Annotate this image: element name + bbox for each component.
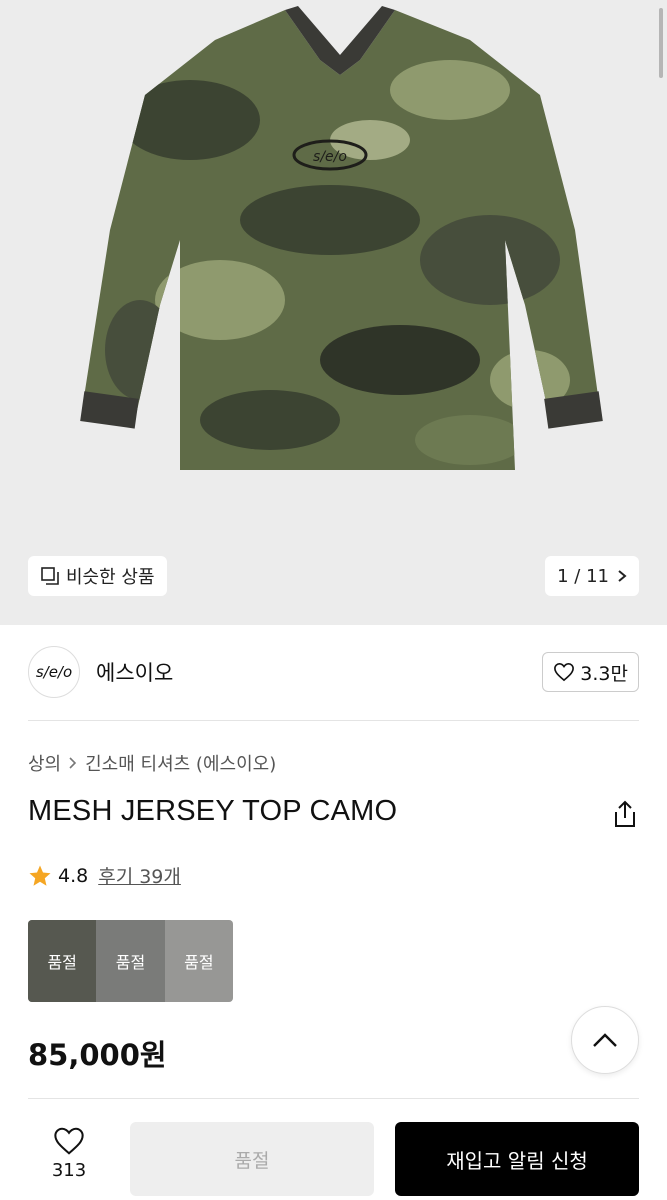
price: 85,000원: [28, 1038, 167, 1072]
color-swatch[interactable]: 품절: [164, 920, 233, 1002]
soldout-label: 품절: [184, 953, 214, 972]
color-swatch[interactable]: 품절: [96, 920, 165, 1002]
scrollbar[interactable]: [659, 8, 663, 78]
soldout-label: 품절: [47, 953, 77, 972]
scroll-top-button[interactable]: [571, 1006, 639, 1074]
product-title: MESH JERSEY TOP CAMO: [28, 795, 398, 827]
soldout-button[interactable]: 품절: [130, 1122, 374, 1196]
brand-name[interactable]: 에스이오: [96, 657, 173, 687]
brand-like-count: 3.3만: [580, 662, 628, 685]
rating-value: 4.8: [58, 864, 89, 887]
brand-like-button[interactable]: 3.3만: [542, 652, 639, 692]
color-swatch[interactable]: 품절: [28, 920, 97, 1002]
rating-row: 4.8 후기 39개: [28, 862, 181, 889]
brand-logo[interactable]: s/e/o: [28, 646, 80, 698]
chevron-right-icon: [69, 757, 77, 769]
chevron-up-icon: [593, 1033, 617, 1047]
similar-products-button[interactable]: 비슷한 상품: [28, 556, 167, 596]
heart-icon: [54, 1127, 84, 1155]
restock-alert-button[interactable]: 재입고 알림 신청: [395, 1122, 639, 1196]
wishlist-count: 313: [51, 1160, 87, 1181]
chevron-right-icon: [618, 570, 627, 582]
breadcrumb: 상의 긴소매 티셔츠 (에스이오): [28, 750, 276, 776]
reviews-link[interactable]: 후기 39개: [98, 862, 181, 889]
share-icon[interactable]: [613, 800, 637, 828]
star-icon: [29, 865, 51, 886]
heart-icon: [554, 662, 575, 682]
similar-icon: [41, 567, 59, 585]
bottom-action-bar: 313 품절 재입고 알림 신청: [0, 1110, 667, 1200]
soldout-label: 품절: [115, 953, 146, 972]
similar-products-label: 비슷한 상품: [66, 567, 155, 588]
image-counter-text: 1 / 11: [557, 565, 609, 587]
wishlist-button[interactable]: 313: [38, 1126, 100, 1181]
product-image: s/e/o: [80, 6, 603, 470]
image-counter[interactable]: 1 / 11: [545, 556, 639, 596]
divider: [28, 720, 639, 721]
color-swatches: 품절 품절 품절: [28, 920, 233, 1002]
shirt-logo: s/e/o: [313, 149, 347, 165]
brand-row[interactable]: s/e/o 에스이오 3.3만: [28, 645, 639, 699]
divider: [28, 1098, 639, 1099]
product-image-gallery[interactable]: s/e/o 비슷한 상품 1 / 11: [0, 0, 667, 625]
breadcrumb-category[interactable]: 상의: [28, 750, 61, 776]
breadcrumb-subcategory[interactable]: 긴소매 티셔츠 (에스이오): [85, 750, 276, 776]
